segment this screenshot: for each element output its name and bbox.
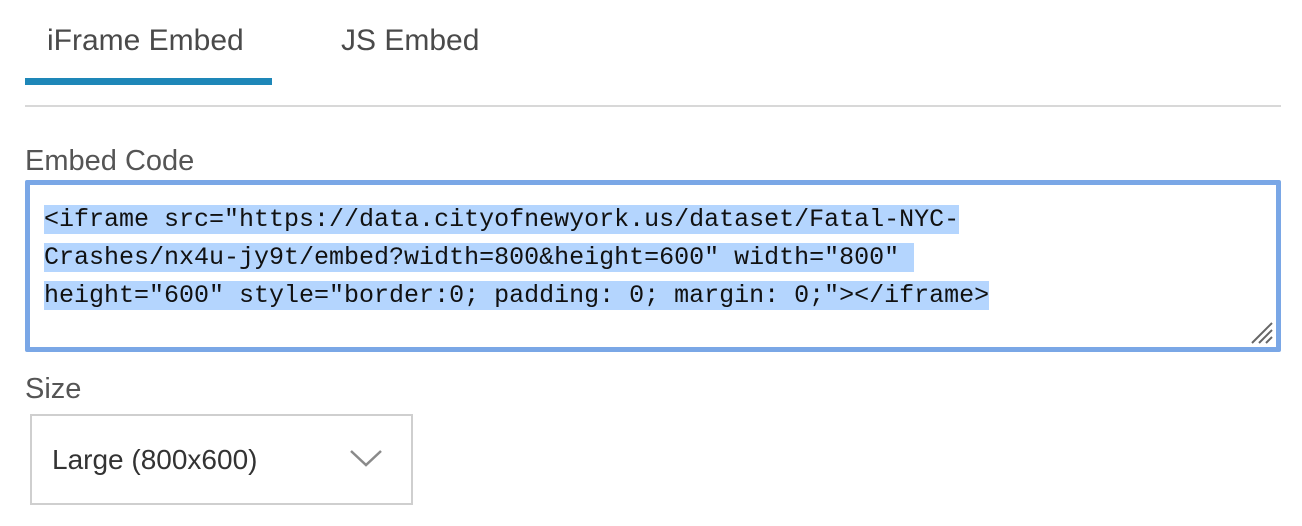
code-line-text: height="600" style="border:0; padding: 0… xyxy=(44,281,990,310)
code-line-text: Crashes/nx4u-jy9t/embed?width=800&height… xyxy=(44,243,915,272)
size-label: Size xyxy=(25,373,82,405)
embed-tabs: iFrame Embed JS Embed xyxy=(25,0,1281,107)
code-line: height="600" style="border:0; padding: 0… xyxy=(44,277,1262,315)
code-line: <iframe src="https://data.cityofnewyork.… xyxy=(44,201,1262,239)
embed-code-label: Embed Code xyxy=(25,145,195,177)
size-select-value: Large (800x600) xyxy=(52,444,258,475)
active-tab-indicator xyxy=(25,78,272,85)
chevron-down-icon xyxy=(350,450,382,467)
code-line-text: <iframe src="https://data.cityofnewyork.… xyxy=(44,205,960,234)
size-select[interactable]: Large (800x600) xyxy=(30,414,413,505)
code-line: Crashes/nx4u-jy9t/embed?width=800&height… xyxy=(44,239,1262,277)
embed-code-textarea[interactable]: <iframe src="https://data.cityofnewyork.… xyxy=(25,180,1281,352)
embed-code-content[interactable]: <iframe src="https://data.cityofnewyork.… xyxy=(30,185,1276,347)
resize-grip-icon[interactable] xyxy=(1246,317,1274,345)
tab-iframe-embed[interactable]: iFrame Embed xyxy=(47,24,244,58)
tab-js-embed[interactable]: JS Embed xyxy=(341,24,479,58)
